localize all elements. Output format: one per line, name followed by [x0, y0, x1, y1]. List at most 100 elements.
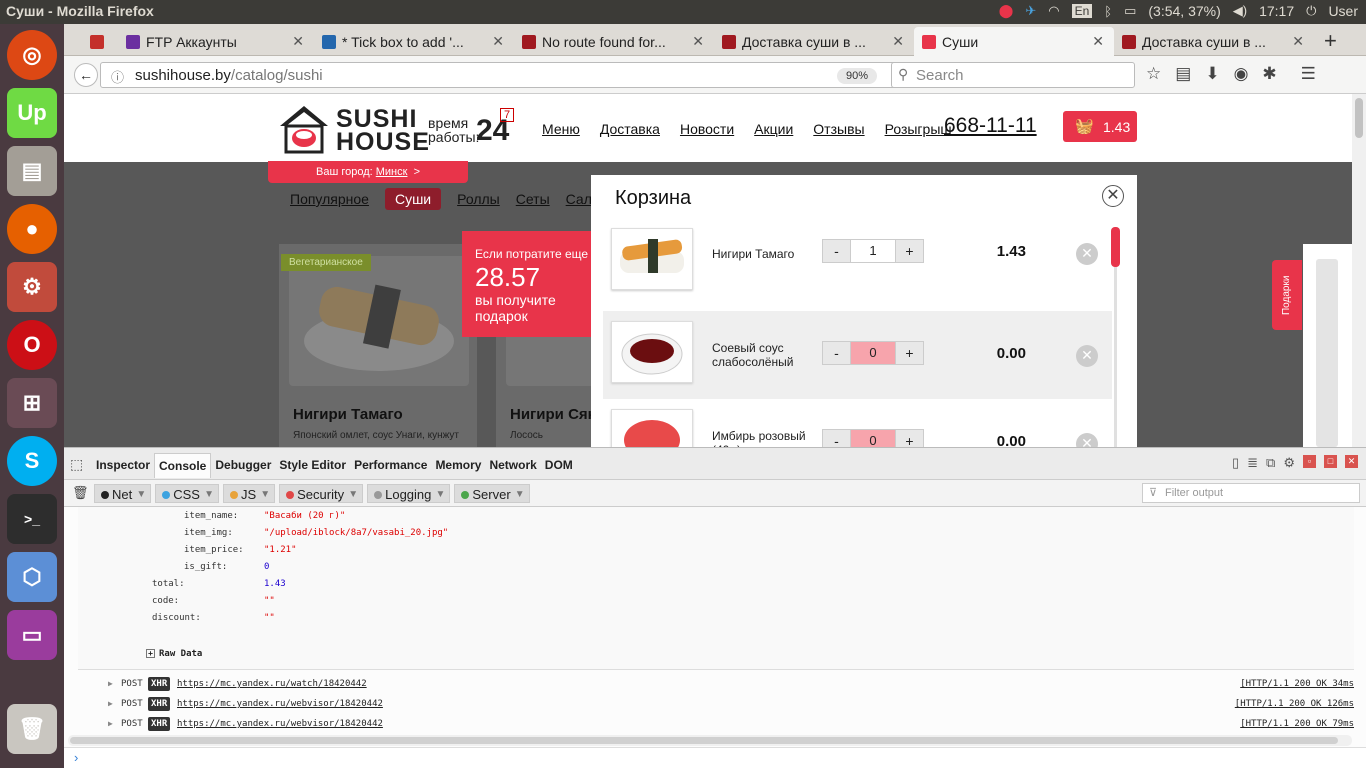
category-sets[interactable]: Сеты: [516, 188, 550, 210]
devtools-settings-icon[interactable]: ⚙: [1283, 455, 1295, 471]
network-log-row[interactable]: ▶ POST XHR https://mc.yandex.ru/webvisor…: [108, 697, 1354, 715]
product-card[interactable]: Вегетарианское Нигири Тамаго Японский ом…: [279, 244, 477, 447]
filter-js[interactable]: JS ▼: [222, 484, 276, 503]
app-icon[interactable]: ▭: [7, 610, 57, 660]
city-selector[interactable]: Ваш город: Минск >: [268, 161, 468, 183]
tab-style-editor[interactable]: Style Editor: [275, 453, 350, 478]
console-input[interactable]: ›: [64, 747, 1366, 769]
bluetooth-icon[interactable]: ᛒ: [1104, 4, 1112, 19]
tab-delivery-1[interactable]: Доставка суши в ... ✕: [714, 27, 914, 56]
network-log-row[interactable]: ▶ POST XHR https://mc.yandex.ru/webvisor…: [108, 717, 1354, 735]
request-url[interactable]: https://mc.yandex.ru/webvisor/18420442: [177, 719, 383, 729]
settings-icon[interactable]: ⚙: [7, 262, 57, 312]
close-tab-icon[interactable]: ✕: [1092, 33, 1104, 50]
new-tab-button[interactable]: +: [1324, 28, 1337, 54]
battery-status[interactable]: (3:54, 37%): [1148, 3, 1220, 19]
virtualbox-icon[interactable]: ⬡: [7, 552, 57, 602]
phone-number[interactable]: 668-11-11: [944, 114, 1037, 138]
cart-scrollbar[interactable]: [1111, 227, 1120, 447]
tab-no-route[interactable]: No route found for... ✕: [514, 27, 714, 56]
zoom-indicator[interactable]: 90%: [837, 68, 877, 84]
tab-network[interactable]: Network: [485, 453, 540, 478]
request-status[interactable]: [HTTP/1.1 200 OK 34ms: [1240, 679, 1354, 689]
filter-css[interactable]: CSS ▼: [155, 484, 219, 503]
tab-dom[interactable]: DOM: [541, 453, 577, 478]
maximize-devtools-icon[interactable]: □: [1324, 455, 1337, 468]
gifts-tab[interactable]: Подарки: [1272, 260, 1302, 330]
addon-icon[interactable]: ✱: [1262, 64, 1276, 84]
trash-icon[interactable]: 🗑: [7, 704, 57, 754]
city-link[interactable]: Минск: [376, 166, 408, 178]
product-name[interactable]: Нигири Тамаго: [293, 406, 403, 423]
quantity-field[interactable]: 0: [850, 430, 896, 447]
expand-arrow-icon[interactable]: ▶: [108, 679, 113, 688]
expand-arrow-icon[interactable]: ▶: [108, 699, 113, 708]
console-scroll-thumb[interactable]: [70, 737, 1338, 744]
tab-memory[interactable]: Memory: [431, 453, 485, 478]
tab-console[interactable]: Console: [154, 453, 212, 478]
remove-item-icon[interactable]: ✕: [1076, 345, 1098, 367]
nav-reviews[interactable]: Отзывы: [813, 121, 864, 137]
opera-icon[interactable]: O: [7, 320, 57, 370]
nav-giveaway[interactable]: Розыгрыш: [885, 121, 952, 137]
close-icon[interactable]: ✕: [1102, 185, 1124, 207]
back-button[interactable]: ←: [74, 63, 98, 87]
tab-tickbox[interactable]: * Tick box to add '... ✕: [314, 27, 514, 56]
quantity-field[interactable]: 1: [850, 240, 896, 262]
increase-button[interactable]: +: [896, 342, 923, 364]
search-input[interactable]: ⚲ Search: [891, 62, 1135, 88]
request-url[interactable]: https://mc.yandex.ru/watch/18420442: [177, 679, 367, 689]
tab-gmail[interactable]: [82, 27, 118, 56]
workspaces-icon[interactable]: ⊞: [7, 378, 57, 428]
raw-data-toggle[interactable]: + Raw Data: [146, 649, 202, 659]
close-tab-icon[interactable]: ✕: [292, 33, 304, 50]
close-tab-icon[interactable]: ✕: [1292, 33, 1304, 50]
telegram-icon[interactable]: ✈: [1025, 3, 1036, 19]
tab-debugger[interactable]: Debugger: [211, 453, 275, 478]
product-name[interactable]: Нигири Сяке: [510, 406, 604, 423]
close-tab-icon[interactable]: ✕: [692, 33, 704, 50]
filter-output-input[interactable]: ⊽ Filter output: [1142, 483, 1360, 503]
split-console-icon[interactable]: ≣: [1247, 455, 1258, 471]
filter-server[interactable]: Server ▼: [454, 484, 530, 503]
responsive-icon[interactable]: ⧉: [1266, 455, 1275, 471]
remove-item-icon[interactable]: ✕: [1076, 433, 1098, 447]
increase-button[interactable]: +: [896, 240, 923, 262]
url-bar[interactable]: ⓘ sushihouse.by/catalog/sushi 90% ↻: [100, 62, 946, 88]
quantity-field[interactable]: 0: [850, 342, 896, 364]
element-picker-icon[interactable]: ⬚: [70, 456, 83, 473]
close-tab-icon[interactable]: ✕: [892, 33, 904, 50]
user-name[interactable]: User: [1328, 3, 1358, 19]
increase-button[interactable]: +: [896, 430, 923, 447]
tab-delivery-2[interactable]: Доставка суши в ... ✕: [1114, 27, 1314, 56]
nav-menu[interactable]: Меню: [542, 121, 580, 137]
remove-item-icon[interactable]: ✕: [1076, 243, 1098, 265]
category-sushi[interactable]: Суши: [384, 188, 442, 210]
ubuntu-icon[interactable]: ◎: [7, 30, 57, 80]
files-icon[interactable]: ▤: [7, 146, 57, 196]
downloads-icon[interactable]: ⬇: [1205, 64, 1219, 84]
upwork-icon[interactable]: Up: [7, 88, 57, 138]
cart-scroll-thumb[interactable]: [1111, 227, 1120, 267]
category-rolls[interactable]: Роллы: [457, 188, 500, 210]
category-salads[interactable]: Сал: [566, 188, 592, 210]
power-icon[interactable]: ⏻: [1306, 3, 1316, 19]
side-scroll-track[interactable]: [1316, 259, 1338, 447]
clear-console-icon[interactable]: 🗑: [72, 485, 89, 501]
decrease-button[interactable]: -: [823, 240, 850, 262]
record-indicator-icon[interactable]: ⬤: [999, 3, 1014, 19]
filter-logging[interactable]: Logging ▼: [367, 484, 451, 503]
tab-sushi[interactable]: Суши ✕: [914, 27, 1114, 56]
request-status[interactable]: [HTTP/1.1 200 OK 79ms: [1240, 719, 1354, 729]
tab-ftp[interactable]: FTP Аккаунты ✕: [118, 27, 314, 56]
request-url[interactable]: https://mc.yandex.ru/webvisor/18420442: [177, 699, 383, 709]
nav-news[interactable]: Новости: [680, 121, 734, 137]
firefox-icon[interactable]: ●: [7, 204, 57, 254]
cart-button[interactable]: 🧺 1.43: [1063, 111, 1137, 142]
clock[interactable]: 17:17: [1259, 3, 1294, 19]
page-scroll-thumb[interactable]: [1355, 98, 1363, 138]
volume-icon[interactable]: ◀): [1233, 3, 1247, 19]
nav-delivery[interactable]: Доставка: [600, 121, 660, 137]
dock-side-icon[interactable]: ▯: [1232, 455, 1239, 471]
terminal-icon[interactable]: >_: [7, 494, 57, 544]
